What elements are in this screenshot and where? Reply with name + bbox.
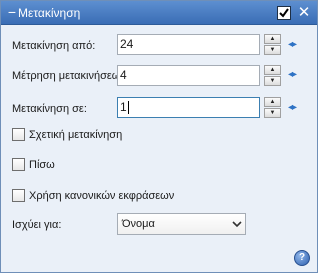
close-icon[interactable]: ✕ [296,5,312,21]
move-to-value: 1 [120,100,127,114]
panel-titlebar: − Μετακίνηση ✕ [1,1,317,25]
checkbox-box[interactable] [12,128,25,141]
swap-arrows-icon[interactable]: ◂▸ [288,69,304,81]
panel-title: Μετακίνηση [18,6,81,20]
move-panel: − Μετακίνηση ✕ Μετακίνηση από: 24 ▲ ▼ ◂▸… [0,0,318,273]
applies-to-label: Ισχύει για: [12,219,62,231]
collapse-icon[interactable]: − [7,4,17,20]
move-to-spinner: ▲ ▼ [264,97,281,118]
move-count-input[interactable]: 4 [117,65,260,86]
spin-down-icon[interactable]: ▼ [264,76,281,86]
move-count-value: 4 [120,68,127,82]
move-count-label: Μέτρηση μετακινήσεω [12,70,118,82]
swap-arrows-icon[interactable]: ◂▸ [288,102,304,114]
checkbox-box[interactable] [12,158,25,171]
regex-label: Χρήση κανονικών εκφράσεων [29,190,175,202]
check-icon [279,8,289,18]
move-to-input[interactable]: 1 [117,97,260,118]
spin-up-icon[interactable]: ▲ [264,34,281,44]
move-from-spinner: ▲ ▼ [264,34,281,55]
spin-down-icon[interactable]: ▼ [264,45,281,55]
applies-to-value: Όνομα [122,218,155,230]
backward-label: Πίσω [29,159,55,171]
checkbox-box[interactable] [12,189,25,202]
move-to-label: Μετακίνηση σε: [12,103,87,115]
swap-arrows-icon[interactable]: ◂▸ [288,39,304,51]
text-caret [127,101,129,115]
move-from-label: Μετακίνηση από: [12,40,96,52]
move-from-input[interactable]: 24 [117,34,260,55]
relative-move-label: Σχετική μετακίνηση [29,129,123,141]
spin-up-icon[interactable]: ▲ [264,97,281,107]
enable-checkbox[interactable] [277,6,291,20]
applies-to-select[interactable]: Όνομα [117,213,246,235]
move-count-spinner: ▲ ▼ [264,65,281,86]
help-icon[interactable]: ? [294,250,310,266]
move-from-value: 24 [120,37,134,51]
chevron-down-icon[interactable] [232,219,242,229]
spin-up-icon[interactable]: ▲ [264,65,281,75]
spin-down-icon[interactable]: ▼ [264,108,281,118]
